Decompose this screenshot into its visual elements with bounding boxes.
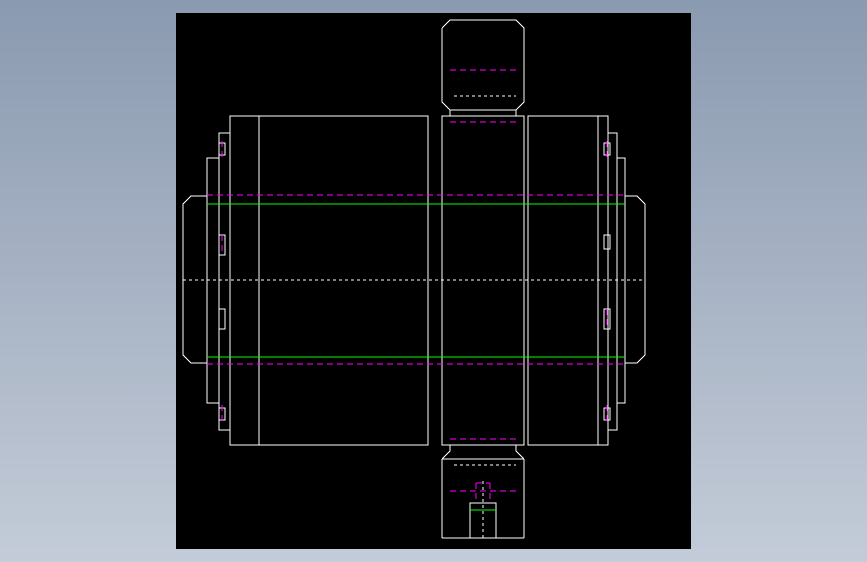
center-lines xyxy=(183,95,645,538)
outline-geometry xyxy=(182,19,646,539)
top-shaft xyxy=(441,19,525,116)
right-flange-mid xyxy=(607,132,618,431)
cad-viewport[interactable] xyxy=(176,13,691,549)
bolt-left-center-2 xyxy=(218,308,226,330)
cad-drawing xyxy=(182,19,646,539)
left-flange-mid xyxy=(218,132,231,431)
pitch-lines xyxy=(207,203,625,511)
bolt-right-center-1 xyxy=(603,234,611,250)
main-body xyxy=(258,115,429,446)
hidden-lines xyxy=(207,69,625,503)
keyway xyxy=(469,502,497,539)
